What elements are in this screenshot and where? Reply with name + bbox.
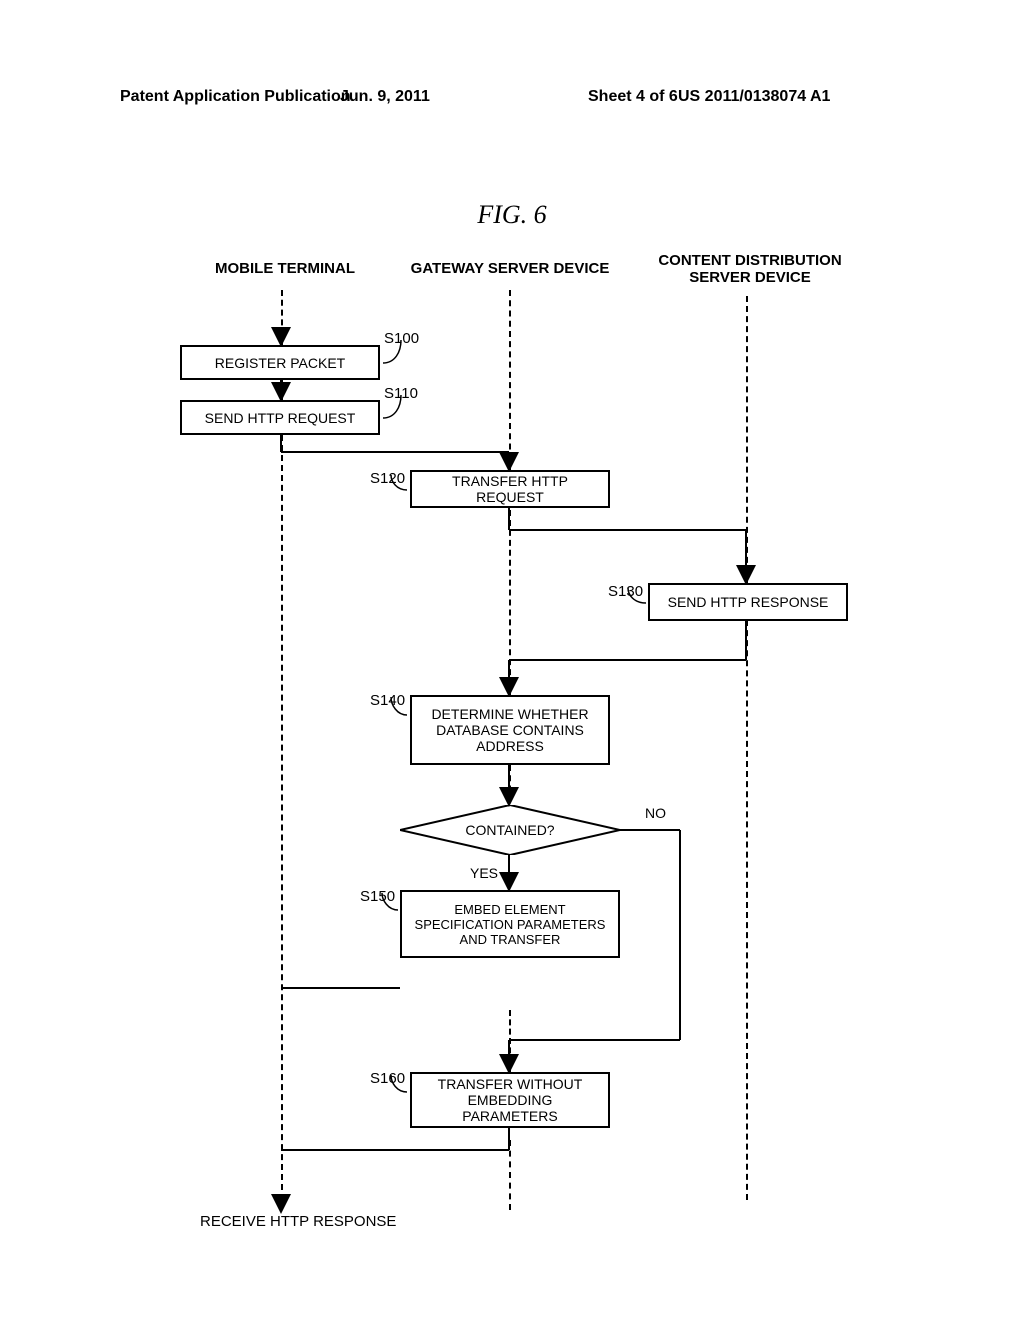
box-determine-db: DETERMINE WHETHER DATABASE CONTAINS ADDR… (410, 695, 610, 765)
lane-gateway-server: GATEWAY SERVER DEVICE (400, 260, 620, 277)
header-date: Jun. 9, 2011 (340, 88, 430, 106)
decision-contained: CONTAINED? (400, 805, 620, 855)
lifeline-mobile-seg1 (281, 290, 283, 345)
receive-http-response: RECEIVE HTTP RESPONSE (200, 1213, 396, 1230)
label-s110: S110 (384, 385, 418, 402)
lifeline-content-seg1 (746, 296, 748, 583)
page: Patent Application Publication Jun. 9, 2… (0, 0, 1024, 1320)
lane-mobile-terminal: MOBILE TERMINAL (210, 260, 360, 277)
decision-no: NO (645, 805, 666, 821)
label-s140: S140 (370, 692, 405, 709)
decision-label: CONTAINED? (400, 805, 620, 855)
label-s160: S160 (370, 1070, 405, 1087)
box-embed-element: EMBED ELEMENT SPECIFICATION PARAMETERS A… (400, 890, 620, 958)
label-s130: S130 (608, 583, 643, 600)
decision-yes: YES (470, 865, 498, 881)
figure-title: FIG. 6 (0, 200, 1024, 230)
box-send-http-request: SEND HTTP REQUEST (180, 400, 380, 435)
lifeline-gateway-seg5 (509, 1010, 511, 1072)
box-register-packet: REGISTER PACKET (180, 345, 380, 380)
lifeline-mobile-seg3 (281, 435, 283, 1210)
lifeline-gateway-seg2 (509, 510, 511, 695)
lane-content-server: CONTENT DISTRIBUTION SERVER DEVICE (640, 252, 860, 287)
header-left: Patent Application Publication (120, 88, 351, 106)
label-s100: S100 (384, 330, 419, 347)
label-s120: S120 (370, 470, 405, 487)
lifeline-mobile-seg2 (281, 380, 283, 400)
lifeline-gateway-seg6 (509, 1140, 511, 1210)
lifeline-content-seg2 (746, 620, 748, 1200)
box-send-http-response: SEND HTTP RESPONSE (648, 583, 848, 621)
box-transfer-without: TRANSFER WITHOUT EMBEDDING PARAMETERS (410, 1072, 610, 1128)
header-pubnum: US 2011/0138074 A1 (678, 88, 830, 106)
label-s150: S150 (360, 888, 395, 905)
lifeline-gateway-seg1 (509, 290, 511, 470)
header-sheet: Sheet 4 of 6 (588, 88, 678, 106)
box-transfer-http-request: TRANSFER HTTP REQUEST (410, 470, 610, 508)
